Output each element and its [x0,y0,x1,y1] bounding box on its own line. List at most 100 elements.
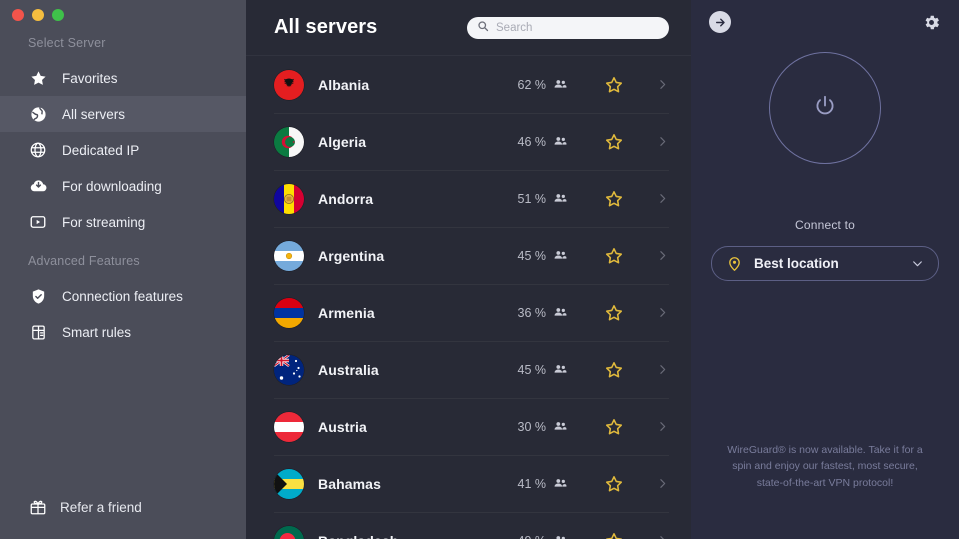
search-icon [477,19,489,37]
connection-pane: Connect to Best location WireGuard® is n… [691,0,959,539]
people-icon [553,419,568,434]
sidebar-item-label: Dedicated IP [62,142,140,158]
table-row[interactable]: Argentina 45 % [246,227,691,284]
sidebar-item-label: For downloading [62,178,162,194]
people-icon [553,191,568,206]
favorite-star-icon[interactable] [604,189,624,209]
country-name: Algeria [318,133,367,150]
chevron-right-icon[interactable] [656,249,669,262]
globe-icon [28,104,48,124]
people-icon [553,362,568,377]
server-load: 30 % [518,419,569,434]
chevron-down-icon[interactable] [911,257,924,270]
gift-icon [28,497,48,517]
favorite-star-icon[interactable] [604,246,624,266]
sidebar-item-all-servers[interactable]: All servers [0,96,246,132]
sidebar-item-label: Smart rules [62,324,132,340]
close-window-button[interactable] [12,9,24,21]
minimize-window-button[interactable] [32,9,44,21]
load-percent: 45 % [517,248,547,263]
rules-icon [28,322,48,342]
favorite-star-icon[interactable] [604,303,624,323]
favorite-star-icon[interactable] [604,531,624,539]
arrow-right-circle-icon[interactable] [709,11,731,33]
refer-a-friend-label: Refer a friend [60,499,142,515]
server-load: 62 % [518,77,569,92]
table-row[interactable]: Bahamas 41 % [246,455,691,512]
table-row[interactable]: Andorra 51 % [246,170,691,227]
sidebar-section-select-server: Select Server [28,36,106,50]
power-toggle-button[interactable] [769,52,881,164]
chevron-right-icon[interactable] [656,363,669,376]
refer-a-friend-button[interactable]: Refer a friend [0,497,246,539]
sidebar-section-advanced-features: Advanced Features [28,254,140,268]
flag-bahamas [274,468,304,499]
table-row[interactable]: Armenia 36 % [246,284,691,341]
chevron-right-icon[interactable] [656,477,669,490]
favorite-star-icon[interactable] [604,75,624,95]
list-header: All servers [246,0,691,56]
sidebar-item-dedicated-ip[interactable]: Dedicated IP [0,132,246,168]
location-selector[interactable]: Best location [711,246,939,281]
shield-pin-icon [726,255,743,272]
people-icon [553,248,568,263]
flag-algeria [274,126,304,157]
server-load: 46 % [518,134,569,149]
sidebar-item-connection-features[interactable]: Connection features [0,278,246,314]
people-icon [553,533,568,539]
globe-grid-icon [28,140,48,160]
search-input[interactable] [496,21,659,34]
star-icon [28,68,48,88]
chevron-right-icon[interactable] [656,534,669,539]
shield-check-icon [28,286,48,306]
table-row[interactable]: Australia 45 % [246,341,691,398]
flag-austria [274,411,304,442]
sidebar-item-smart-rules[interactable]: Smart rules [0,314,246,350]
chevron-right-icon[interactable] [656,420,669,433]
play-screen-icon [28,212,48,232]
chevron-right-icon[interactable] [656,192,669,205]
table-row[interactable]: Austria 30 % [246,398,691,455]
table-row[interactable]: Albania 62 % [246,56,691,113]
load-percent: 49 % [518,534,547,539]
chevron-right-icon[interactable] [656,135,669,148]
table-row[interactable]: Bangladesh 49 % [246,512,691,539]
flag-bangladesh [274,525,304,539]
flag-albania [274,69,304,100]
connect-to-label: Connect to [794,218,856,232]
sidebar-item-for-downloading[interactable]: For downloading [0,168,246,204]
load-percent: 51 % [517,191,547,206]
country-name: Australia [318,361,379,378]
server-list-pane: All servers Albania 62 % [246,0,691,539]
people-icon [553,77,568,92]
zoom-window-button[interactable] [52,9,64,21]
country-name: Andorra [318,190,374,207]
server-rows[interactable]: Albania 62 % Algeria 46 % Andorra 51 % A… [246,56,691,539]
flag-andorra [274,183,304,214]
gear-icon[interactable] [922,13,941,32]
people-icon [553,476,568,491]
load-percent: 46 % [517,134,547,149]
server-load: 41 % [518,476,569,491]
sidebar: Select Server Favorites All servers Dedi… [0,0,246,539]
table-row[interactable]: Algeria 46 % [246,113,691,170]
server-load: 36 % [518,305,569,320]
flag-australia [274,354,304,385]
server-load: 51 % [518,191,569,206]
favorite-star-icon[interactable] [604,417,624,437]
location-label: Best location [754,256,839,271]
chevron-right-icon[interactable] [656,306,669,319]
load-percent: 45 % [517,362,547,377]
search-box[interactable] [467,16,669,39]
favorite-star-icon[interactable] [604,132,624,152]
flag-argentina [274,240,304,271]
chevron-right-icon[interactable] [656,78,669,91]
country-name: Bahamas [318,475,381,492]
sidebar-item-favorites[interactable]: Favorites [0,60,246,96]
sidebar-item-for-streaming[interactable]: For streaming [0,204,246,240]
country-name: Bangladesh [318,533,398,539]
country-name: Albania [318,76,370,93]
load-percent: 36 % [517,305,547,320]
favorite-star-icon[interactable] [604,474,624,494]
favorite-star-icon[interactable] [604,360,624,380]
